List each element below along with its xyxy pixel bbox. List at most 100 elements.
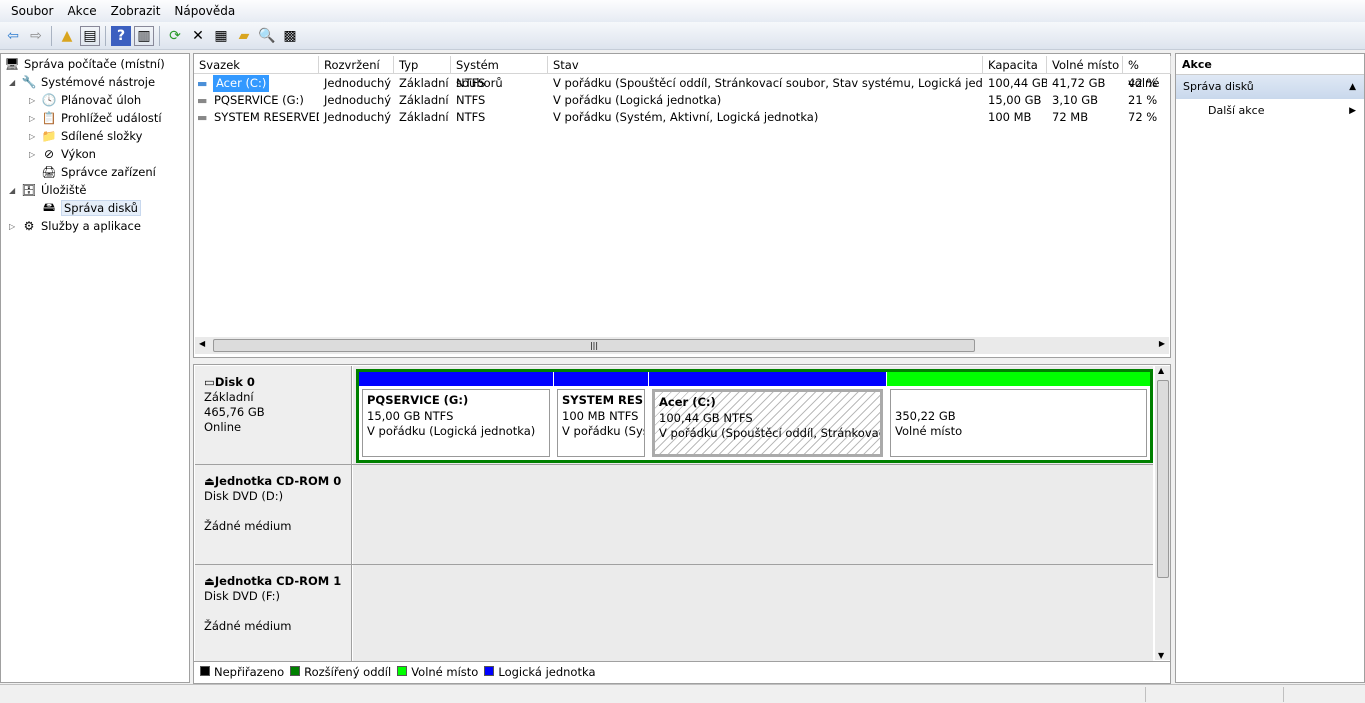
menu-bar: Soubor Akce Zobrazit Nápověda [0,0,1365,22]
legend-logical-drive: Logická jednotka [484,665,596,679]
device-manager-icon: 🖨 [41,165,57,179]
delete-icon[interactable]: ✕ [188,26,208,46]
tree-item-shared-folders[interactable]: ▷ 📁 Sdílené složky [29,127,142,145]
disk-label: ⏏Jednotka CD-ROM 0 Disk DVD (D:) Žádné m… [195,465,352,564]
tree-item-disk-management[interactable]: 🖴 Správa disků [41,199,141,217]
search-icon[interactable]: 🔍 [257,26,277,46]
extended-partition: PQSERVICE (G:) 15,00 GB NTFS V pořádku (Lo… [356,369,1153,463]
menu-napoveda[interactable]: Nápověda [167,4,242,18]
cell-layout: Jednoduchý [324,110,392,124]
legend-free-space: Volné místo [397,665,478,679]
disk-label: ▭Disk 0 Základní 465,76 GB Online [195,366,352,464]
expanded-arrow-icon[interactable]: ◢ [9,78,21,87]
partition-acer-c[interactable]: Acer (C:) 100,44 GB NTFS V pořádku (Spoušt… [649,372,886,460]
disk-icon: ▭ [204,375,215,389]
collapsed-arrow-icon[interactable]: ▷ [9,222,21,231]
cell-filesystem: NTFS [456,110,486,124]
show-hide-tree-icon[interactable]: ▤ [80,25,100,46]
actions-more[interactable]: Další akce ▶ [1176,99,1364,123]
scrollbar-thumb[interactable] [1157,380,1169,578]
volume-list: Svazek Rozvržení Typ Systém souborů Stav… [193,53,1171,358]
column-header-free-space[interactable]: Volné místo [1047,56,1123,74]
partition-pqservice[interactable]: PQSERVICE (G:) 15,00 GB NTFS V pořádku (Lo… [359,372,553,460]
performance-gauge-icon: ⊘ [43,147,55,161]
cell-filesystem: NTFS [456,93,486,107]
event-log-icon: 📋 [41,111,57,125]
column-header-filesystem[interactable]: Systém souborů [451,56,548,90]
cell-filesystem: NTFS [456,76,486,90]
cell-type: Základní [399,93,449,107]
status-divider [1145,687,1146,702]
horizontal-scrollbar[interactable]: ||| ◀ ▶ [195,337,1169,354]
column-header-capacity[interactable]: Kapacita [983,56,1047,74]
settings-icon[interactable]: ▩ [280,26,300,46]
cell-free-space: 3,10 GB [1052,93,1099,107]
help-icon[interactable]: ? [111,25,131,46]
cell-free-space: 72 MB [1052,110,1089,124]
cell-capacity: 100,44 GB [988,76,1047,90]
tools-icon: 🔧 [21,75,37,89]
collapsed-arrow-icon[interactable]: ▷ [29,114,41,123]
show-hide-action-pane-icon[interactable]: ▥ [134,25,154,46]
menu-akce[interactable]: Akce [60,4,103,18]
column-header-percent-free[interactable]: % volné [1123,56,1171,90]
back-icon[interactable]: ⇦ [3,26,23,46]
tree-item-task-scheduler[interactable]: ▷ 🕓 Plánovač úloh [29,91,141,109]
toolbar-separator [105,25,106,46]
column-header-status[interactable]: Stav [548,56,983,74]
collapsed-arrow-icon[interactable]: ▷ [29,96,41,105]
menu-soubor[interactable]: Soubor [4,4,60,18]
column-header-layout[interactable]: Rozvržení [319,56,394,74]
tree-item-performance[interactable]: ▷ ⊘ Výkon [29,145,96,163]
collapsed-arrow-icon[interactable]: ▷ [29,132,41,141]
scroll-down-icon[interactable]: ▼ [1158,651,1164,660]
collapse-icon[interactable]: ▲ [1349,75,1356,99]
legend: Nepřiřazeno Rozšířený oddíl Volné místo … [194,661,1170,682]
forward-icon[interactable]: ⇨ [26,26,46,46]
volume-drive-icon: ▬ [197,94,208,107]
cell-layout: Jednoduchý [324,76,392,90]
tree-item-storage[interactable]: ◢ 🗄 Úložiště [9,181,86,199]
scroll-up-icon[interactable]: ▲ [1158,366,1164,375]
column-header-volume[interactable]: Svazek [194,56,319,74]
vertical-scrollbar[interactable]: ▲ ▼ [1155,366,1170,660]
computer-icon: 🖥 [4,57,20,71]
expanded-arrow-icon[interactable]: ◢ [9,186,21,195]
cell-volume: SYSTEM RESERVED [214,110,319,124]
disk-row-cdrom1[interactable]: ⏏Jednotka CD-ROM 1 Disk DVD (F:) Žádné m… [195,565,1153,662]
properties-icon[interactable]: ▦ [211,26,231,46]
cell-volume: PQSERVICE (G:) [214,93,304,107]
tree-item-system-tools[interactable]: ◢ 🔧 Systémové nástroje [9,73,155,91]
submenu-arrow-icon: ▶ [1349,106,1356,116]
storage-icon: 🗄 [21,183,37,197]
tree-item-device-manager[interactable]: 🖨 Správce zařízení [41,163,155,181]
refresh-icon[interactable]: ⟳ [165,26,185,46]
tree-item-services[interactable]: ▷ ⚙ Služby a aplikace [9,217,141,235]
cdrom-icon: ⏏ [204,574,215,588]
cell-free-space: 41,72 GB [1052,76,1106,90]
scrollbar-thumb[interactable]: ||| [213,339,975,352]
partition-free-space[interactable]: 350,22 GB Volné místo [887,372,1150,460]
actions-pane: Akce Správa disků ▲ Další akce ▶ [1175,53,1365,683]
disk-row-disk0[interactable]: ▭Disk 0 Základní 465,76 GB Online PQSERV… [195,366,1153,465]
up-folder-icon[interactable]: ▲ [57,26,77,46]
toolbar-separator [159,25,160,46]
services-icon: ⚙ [23,219,35,233]
partition-system-reserved[interactable]: SYSTEM RESERVED100 MB NTFSV pořádku (Sys… [554,372,648,460]
menu-zobrazit[interactable]: Zobrazit [104,4,168,18]
toolbar-separator [51,25,52,46]
tree-item-root[interactable]: 🖥 Správa počítače (místní) [4,55,164,73]
actions-section-disk-management[interactable]: Správa disků ▲ [1176,75,1364,99]
disk-row-cdrom0[interactable]: ⏏Jednotka CD-ROM 0 Disk DVD (D:) Žádné m… [195,465,1153,565]
column-header-type[interactable]: Typ [394,56,451,74]
scroll-left-icon[interactable]: ◀ [199,339,205,348]
volume-drive-icon: ▬ [197,111,208,124]
scroll-right-icon[interactable]: ▶ [1159,339,1165,348]
cell-capacity: 15,00 GB [988,93,1042,107]
open-folder-icon[interactable]: ▰ [234,26,254,46]
tree-item-event-viewer[interactable]: ▷ 📋 Prohlížeč událostí [29,109,162,127]
volume-drive-icon: ▬ [197,77,208,90]
cell-status: V pořádku (Spouštěcí oddíl, Stránkovací … [553,76,983,90]
collapsed-arrow-icon[interactable]: ▷ [29,150,41,159]
cell-type: Základní [399,76,449,90]
